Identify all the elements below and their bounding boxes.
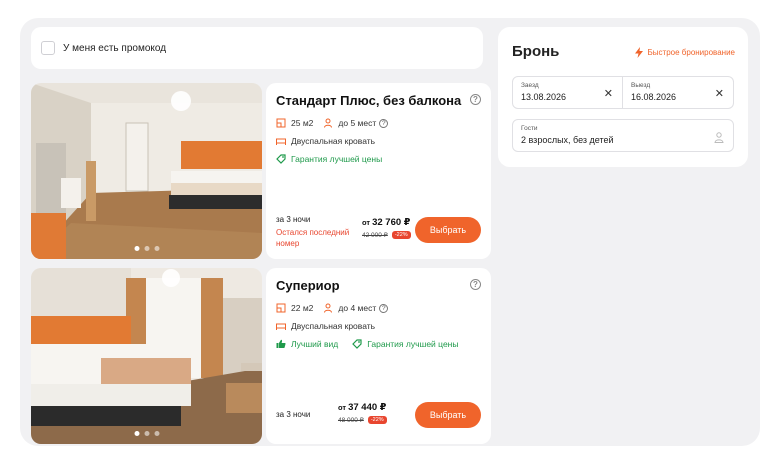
price-tag-icon: [276, 154, 286, 164]
bed-row: Двуспальная кровать: [276, 320, 481, 332]
old-price: 42 000 ₽: [362, 232, 388, 239]
lightning-icon: [634, 47, 643, 58]
badge-row: Лучший вид Гарантия лучшей цены: [276, 338, 481, 350]
promo-label: У меня есть промокод: [63, 42, 167, 54]
room-price-area: за 3 ночи от 37 440 ₽ 48 000 ₽ -22% Выбра…: [276, 400, 481, 434]
room-details: Супериор ? 22 м2 до 4 мест ? Двуспальная…: [266, 268, 491, 444]
room-area: 22 м2: [291, 303, 314, 313]
nights-label: за 3 ночи: [276, 410, 311, 419]
bed-type: Двуспальная кровать: [291, 321, 376, 331]
bed-row: Двуспальная кровать: [276, 135, 481, 147]
bed-icon: [276, 321, 286, 331]
price-block: от 32 760 ₽ 42 000 ₽ -22%: [362, 217, 411, 239]
price-prefix: от: [338, 403, 347, 412]
room-title: Стандарт Плюс, без балкона: [276, 93, 462, 108]
nights-label: за 3 ночи: [276, 215, 311, 224]
person-icon: [323, 303, 333, 313]
promo-checkbox[interactable]: [41, 41, 55, 55]
price-tag-icon: [352, 339, 362, 349]
check-out-field[interactable]: Выезд 16.08.2026 ✕: [623, 76, 734, 109]
area-icon: [276, 303, 286, 313]
bed-icon: [276, 136, 286, 146]
fast-booking-label: Быстрое бронирование: [647, 48, 735, 57]
help-icon[interactable]: ?: [379, 118, 389, 128]
room-capacity: до 5 мест: [338, 118, 377, 128]
discount-badge: -22%: [367, 416, 387, 424]
room-features: 25 м2 до 5 мест ?: [276, 117, 481, 129]
person-icon: [323, 118, 333, 128]
price: 37 440 ₽: [348, 402, 387, 413]
badge-row: Гарантия лучшей цены: [276, 153, 481, 165]
thumbs-up-icon: [276, 339, 286, 349]
clear-check-in-icon[interactable]: ✕: [604, 87, 613, 100]
booking-title: Бронь: [512, 43, 560, 60]
best-view-badge: Лучший вид: [291, 339, 339, 349]
info-icon[interactable]: ?: [470, 94, 481, 105]
room-title: Супериор: [276, 278, 340, 293]
pagination-dot[interactable]: [144, 246, 149, 251]
promo-code-row[interactable]: У меня есть промокод: [31, 27, 483, 69]
pagination-dot[interactable]: [134, 246, 139, 251]
availability-warning: Остался последний номер: [276, 228, 350, 248]
room-price-area: за 3 ночи Остался последний номер от 32 7…: [276, 215, 481, 249]
guests-value: 2 взрослых, без детей: [521, 135, 614, 145]
pagination-dot[interactable]: [154, 431, 159, 436]
select-room-button[interactable]: Выбрать: [415, 217, 481, 243]
room-details: Стандарт Плюс, без балкона ? 25 м2 до 5 …: [266, 83, 491, 259]
pagination-dot[interactable]: [144, 431, 149, 436]
bed-type: Двуспальная кровать: [291, 136, 376, 146]
room-photo[interactable]: [31, 83, 262, 259]
price: 32 760 ₽: [372, 217, 411, 228]
price-block: от 37 440 ₽ 48 000 ₽ -22%: [338, 402, 387, 424]
discount-badge: -22%: [391, 231, 411, 239]
booking-panel: Бронь Быстрое бронирование Заезд 13.08.2…: [498, 27, 748, 167]
guests-field[interactable]: Гости 2 взрослых, без детей: [512, 119, 734, 152]
guests-person-icon: [714, 130, 724, 148]
fast-booking-link[interactable]: Быстрое бронирование: [634, 47, 735, 58]
guests-label: Гости: [521, 125, 538, 132]
best-price-badge: Гарантия лучшей цены: [291, 154, 383, 164]
room-capacity: до 4 мест: [338, 303, 377, 313]
check-in-field[interactable]: Заезд 13.08.2026 ✕: [512, 76, 623, 109]
area-icon: [276, 118, 286, 128]
clear-check-out-icon[interactable]: ✕: [715, 87, 724, 100]
info-icon[interactable]: ?: [470, 279, 481, 290]
best-price-badge: Гарантия лучшей цены: [367, 339, 459, 349]
room-features: 22 м2 до 4 мест ?: [276, 302, 481, 314]
photo-pagination[interactable]: [134, 431, 159, 436]
select-room-button[interactable]: Выбрать: [415, 402, 481, 428]
room-area: 25 м2: [291, 118, 314, 128]
help-icon[interactable]: ?: [379, 303, 389, 313]
photo-pagination[interactable]: [134, 246, 159, 251]
price-prefix: от: [362, 218, 371, 227]
room-photo[interactable]: [31, 268, 262, 444]
old-price: 48 000 ₽: [338, 417, 364, 424]
pagination-dot[interactable]: [154, 246, 159, 251]
pagination-dot[interactable]: [134, 431, 139, 436]
